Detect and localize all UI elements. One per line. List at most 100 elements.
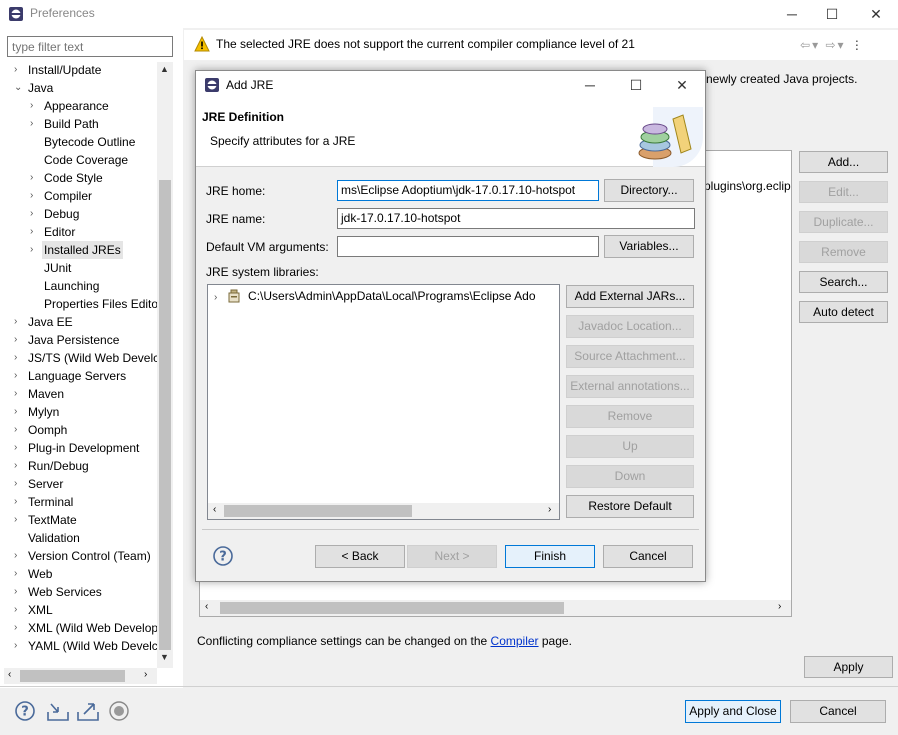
jre-home-input[interactable]: ms\Eclipse Adoptium\jdk-17.0.17.10-hotsp… (337, 180, 599, 201)
up-button[interactable]: Up (566, 435, 694, 458)
back-arrow-icon[interactable]: ⇦ (800, 38, 812, 52)
tree-item[interactable]: JUnit (44, 259, 71, 277)
minimize-button[interactable]: ─ (772, 2, 812, 26)
expand-arrow-icon[interactable]: › (14, 313, 24, 331)
back-button[interactable]: < Back (315, 545, 405, 568)
expand-arrow-icon[interactable]: › (30, 169, 40, 187)
expand-arrow-icon[interactable]: › (14, 583, 24, 601)
edit-jre-button[interactable]: Edit... (799, 181, 888, 203)
tree-item[interactable]: › Terminal (14, 493, 73, 511)
tree-item[interactable]: › Editor (30, 223, 75, 241)
scroll-down-icon[interactable]: ▼ (160, 652, 169, 662)
expand-arrow-icon[interactable]: › (14, 619, 24, 637)
vm-args-input[interactable] (337, 236, 599, 257)
finish-button[interactable]: Finish (505, 545, 595, 568)
expand-arrow-icon[interactable]: › (14, 547, 24, 565)
dialog-maximize-button[interactable]: ☐ (616, 73, 656, 97)
forward-arrow-icon[interactable]: ⇨ (825, 38, 837, 52)
expand-arrow-icon[interactable]: › (14, 565, 24, 583)
tree-vertical-scrollbar[interactable]: ▲ ▼ (157, 62, 173, 668)
expand-arrow-icon[interactable]: › (30, 97, 40, 115)
tree-item[interactable]: › Debug (30, 205, 79, 223)
libraries-horizontal-scrollbar[interactable]: ‹ › (208, 503, 559, 519)
scroll-left-icon[interactable]: ‹ (8, 669, 11, 680)
scroll-thumb[interactable] (159, 180, 171, 650)
help-icon[interactable]: ? (212, 545, 234, 567)
maximize-button[interactable]: ☐ (812, 2, 852, 26)
library-row[interactable]: › C:\Users\Admin\AppData\Local\Programs\… (214, 289, 536, 303)
expand-arrow-icon[interactable]: › (30, 187, 40, 205)
scroll-right-icon[interactable]: › (548, 504, 551, 515)
scroll-up-icon[interactable]: ▲ (160, 64, 169, 74)
tree-item[interactable]: › Oomph (14, 421, 67, 439)
expand-arrow-icon[interactable]: › (14, 349, 24, 367)
directory-button[interactable]: Directory... (604, 179, 694, 202)
expand-arrow-icon[interactable]: › (214, 292, 217, 303)
tree-item[interactable]: ⌄ Java (14, 79, 53, 97)
search-jre-button[interactable]: Search... (799, 271, 888, 293)
tree-item[interactable]: Bytecode Outline (44, 133, 135, 151)
duplicate-jre-button[interactable]: Duplicate... (799, 211, 888, 233)
dialog-minimize-button[interactable]: ─ (570, 73, 610, 97)
tree-item[interactable]: › Java Persistence (14, 331, 119, 349)
tree-item[interactable]: › Mylyn (14, 403, 59, 421)
tree-item[interactable]: › Run/Debug (14, 457, 89, 475)
add-jre-button[interactable]: Add... (799, 151, 888, 173)
help-icon[interactable]: ? (14, 700, 36, 722)
tree-item[interactable]: Launching (44, 277, 99, 295)
tree-item[interactable]: › Install/Update (14, 61, 101, 79)
tree-item[interactable]: › XML (Wild Web Develop (14, 619, 158, 637)
restore-default-button[interactable]: Restore Default (566, 495, 694, 518)
tree-item[interactable]: › YAML (Wild Web Develc (14, 637, 158, 655)
scroll-left-icon[interactable]: ‹ (205, 601, 208, 612)
import-icon[interactable] (46, 700, 70, 722)
tree-item[interactable]: › Code Style (30, 169, 103, 187)
compiler-link[interactable]: Compiler (491, 634, 539, 648)
expand-arrow-icon[interactable]: › (14, 403, 24, 421)
system-libraries-tree[interactable]: › C:\Users\Admin\AppData\Local\Programs\… (207, 284, 560, 520)
expand-arrow-icon[interactable]: › (14, 601, 24, 619)
tree-item[interactable]: › Web (14, 565, 52, 583)
expand-arrow-icon[interactable]: › (14, 439, 24, 457)
tree-item[interactable]: › Plug-in Development (14, 439, 139, 457)
jre-name-input[interactable]: jdk-17.0.17.10-hotspot (337, 208, 695, 229)
javadoc-location-button[interactable]: Javadoc Location... (566, 315, 694, 338)
scroll-left-icon[interactable]: ‹ (213, 504, 216, 515)
back-menu-icon[interactable]: ▾ (812, 38, 820, 52)
tree-item[interactable]: Validation (28, 529, 80, 547)
expand-arrow-icon[interactable]: › (14, 637, 24, 655)
apply-and-close-button[interactable]: Apply and Close (685, 700, 781, 723)
expand-arrow-icon[interactable]: › (14, 331, 24, 349)
apply-button[interactable]: Apply (804, 656, 893, 678)
tree-item[interactable]: › Version Control (Team) (14, 547, 151, 565)
tree-item[interactable]: › Installed JREs (30, 241, 123, 259)
tree-item[interactable]: › Build Path (30, 115, 99, 133)
tree-horizontal-scrollbar[interactable]: ‹ › (4, 668, 157, 684)
scroll-right-icon[interactable]: › (144, 669, 147, 680)
tree-item[interactable]: Properties Files Edito (44, 295, 158, 313)
expand-arrow-icon[interactable]: › (14, 457, 24, 475)
expand-arrow-icon[interactable]: › (14, 421, 24, 439)
scroll-right-icon[interactable]: › (778, 601, 781, 612)
scroll-thumb[interactable] (224, 505, 412, 517)
remove-library-button[interactable]: Remove (566, 405, 694, 428)
view-menu-icon[interactable]: ⋮ (851, 38, 865, 52)
expand-arrow-icon[interactable]: › (30, 241, 40, 259)
close-button[interactable]: ✕ (856, 2, 896, 26)
variables-button[interactable]: Variables... (604, 235, 694, 258)
external-annotations-button[interactable]: External annotations... (566, 375, 694, 398)
expand-arrow-icon[interactable]: › (30, 205, 40, 223)
expand-arrow-icon[interactable]: › (14, 511, 24, 529)
dialog-cancel-button[interactable]: Cancel (603, 545, 693, 568)
table-horizontal-scrollbar[interactable]: ‹ › (200, 600, 791, 616)
filter-input[interactable] (7, 36, 173, 57)
add-external-jars-button[interactable]: Add External JARs... (566, 285, 694, 308)
export-icon[interactable] (76, 700, 100, 722)
scroll-thumb[interactable] (220, 602, 564, 614)
tree-item[interactable]: › Java EE (14, 313, 73, 331)
tree-item[interactable]: › Server (14, 475, 63, 493)
tree-item[interactable]: › Maven (14, 385, 64, 403)
collapse-arrow-icon[interactable]: ⌄ (14, 79, 24, 97)
tree-item[interactable]: › JS/TS (Wild Web Develc (14, 349, 159, 367)
tree-item[interactable]: › Web Services (14, 583, 102, 601)
